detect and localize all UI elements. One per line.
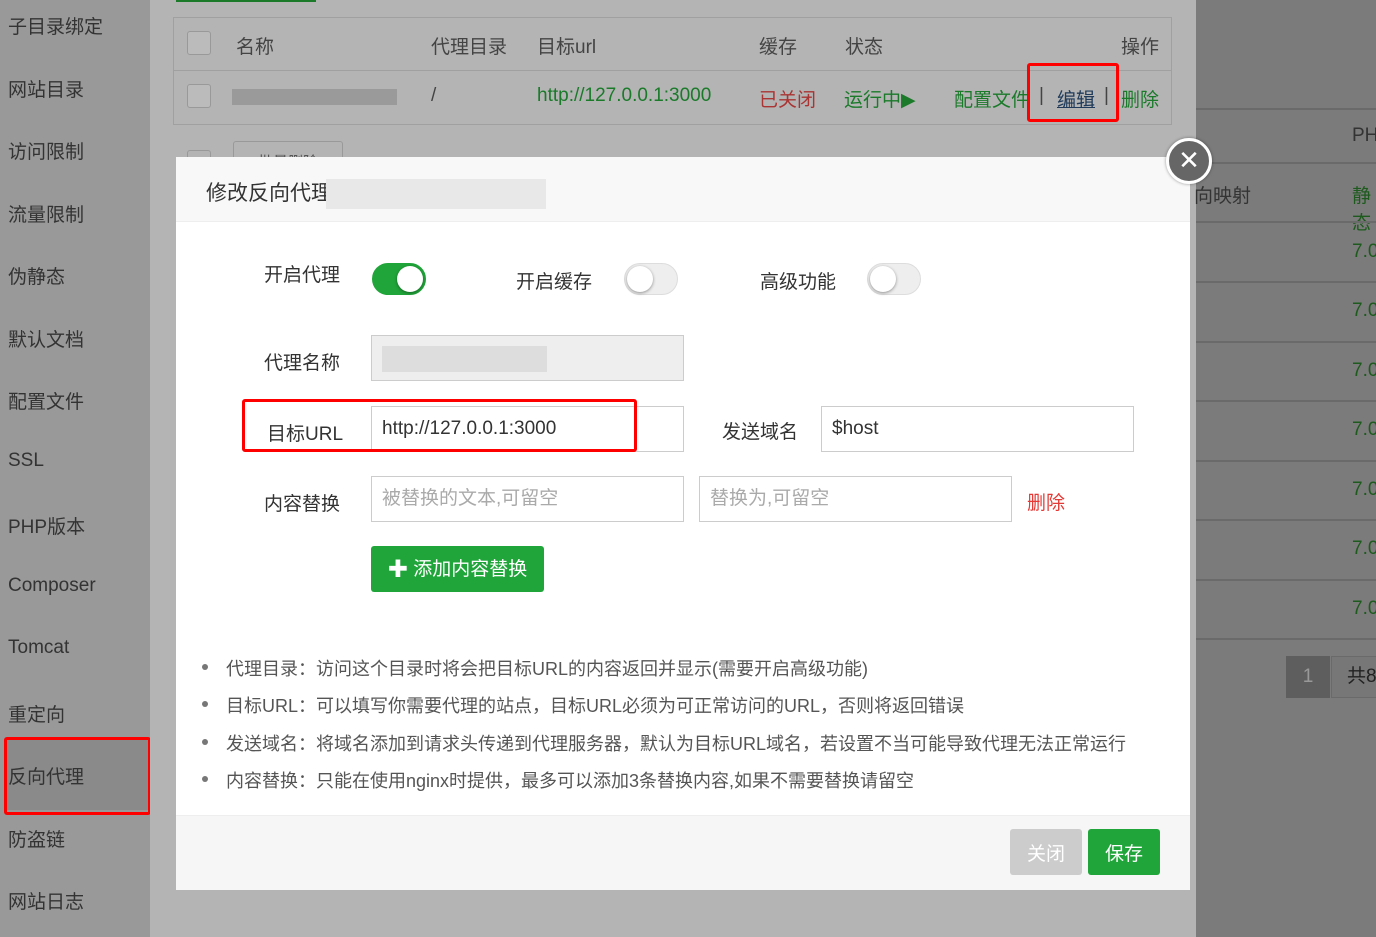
sidebar-item[interactable]: 网站目录 (8, 75, 84, 102)
close-icon[interactable]: ✕ (1166, 138, 1212, 184)
replace-delete-link[interactable]: 删除 (1027, 488, 1065, 515)
sidebar-item[interactable]: 防盗链 (8, 825, 65, 852)
select-all-checkbox[interactable] (187, 31, 211, 55)
tip-item: 内容替换：只能在使用nginx时提供，最多可以添加3条替换内容,如果不需要替换请… (201, 767, 914, 793)
tip-item: 发送域名：将域名添加到请求头传递到代理服务器，默认为目标URL域名，若设置不当可… (201, 730, 1126, 756)
php-version[interactable]: 7.0 (1352, 419, 1376, 441)
content-replace-label: 内容替换 (264, 494, 341, 515)
proxy-name-input[interactable] (371, 335, 684, 381)
config-file-link[interactable]: 配置文件 (954, 85, 1030, 112)
sidebar-item[interactable]: 默认文档 (8, 325, 84, 352)
save-button[interactable]: 保存 (1088, 829, 1160, 875)
blurred-title-suffix (326, 179, 546, 209)
dialog-title: 修改反向代理 (206, 182, 332, 205)
sidebar-item[interactable]: 重定向 (8, 700, 65, 727)
sidebar-item[interactable]: Composer (8, 575, 96, 597)
php-version[interactable]: 7.0 (1352, 479, 1376, 501)
sidebar-item[interactable]: 配置文件 (8, 387, 84, 414)
edit-proxy-dialog: 修改反向代理 开启代理 开启缓存 高级功能 代理名称 目标URL 发送域名 内容… (176, 157, 1190, 890)
cell-dir: / (431, 85, 437, 106)
close-button[interactable]: 关闭 (1010, 829, 1082, 875)
header-dir: 代理目录 (431, 37, 508, 58)
highlight-box (242, 399, 637, 452)
add-replace-button[interactable]: ✚ 添加内容替换 (371, 546, 544, 592)
sidebar-item[interactable]: Tomcat (8, 637, 69, 659)
plus-icon: ✚ (387, 556, 408, 583)
cell-cache: 已关闭 (759, 90, 817, 111)
add-replace-label: 添加内容替换 (413, 559, 528, 580)
send-host-input[interactable] (821, 406, 1134, 452)
cell: 静态 (1352, 186, 1372, 234)
replace-from-input[interactable] (371, 476, 684, 522)
sidebar-item[interactable]: 子目录绑定 (8, 12, 103, 39)
header-cache: 缓存 (759, 37, 798, 58)
background-table (1196, 0, 1376, 937)
sidebar-item[interactable]: 访问限制 (8, 137, 84, 164)
tip-item: 目标URL：可以填写你需要代理的站点，目标URL必须为可正常访问的URL，否则将… (201, 692, 964, 718)
page-button[interactable]: 1 (1286, 656, 1330, 698)
php-version[interactable]: 7.0 (1352, 360, 1376, 382)
blurred-name (232, 89, 397, 105)
enable-proxy-toggle[interactable] (372, 263, 426, 295)
sidebar-item[interactable]: 伪静态 (8, 262, 65, 289)
send-host-label: 发送域名 (722, 422, 799, 443)
sidebar-item[interactable]: SSL (8, 450, 44, 472)
delete-link[interactable]: 删除 (1121, 85, 1159, 112)
php-version[interactable]: 7.0 (1352, 538, 1376, 560)
highlight-box (1027, 63, 1119, 122)
highlight-box (4, 737, 151, 815)
sidebar-item[interactable]: PHP版本 (8, 512, 85, 539)
header-name: 名称 (236, 37, 275, 58)
cell: 向映射 (1194, 186, 1252, 207)
proxy-name-label: 代理名称 (264, 353, 341, 374)
tip-item: 代理目录：访问这个目录时将会把目标URL的内容返回并显示(需要开启高级功能) (202, 655, 868, 681)
status-toggle[interactable]: 运行中▶ (844, 85, 916, 112)
replace-to-input[interactable] (699, 476, 1012, 522)
column-header: PH (1352, 125, 1376, 146)
enable-cache-toggle[interactable] (624, 263, 678, 295)
cell-url: http://127.0.0.1:3000 (537, 85, 712, 106)
toggle-label: 高级功能 (760, 272, 837, 293)
total-count: 共8 (1331, 656, 1376, 698)
sidebar-item[interactable]: 流量限制 (8, 200, 84, 227)
php-version[interactable]: 7.0 (1352, 241, 1376, 263)
header-url: 目标url (537, 37, 597, 58)
header-status: 状态 (845, 37, 884, 58)
header-actions: 操作 (1121, 37, 1160, 58)
sidebar-item[interactable]: 网站日志 (8, 887, 84, 914)
php-version[interactable]: 7.0 (1352, 598, 1376, 620)
row-checkbox[interactable] (187, 84, 211, 108)
toggle-label: 开启缓存 (516, 272, 593, 293)
sidebar: 子目录绑定 网站目录 访问限制 流量限制 伪静态 默认文档 配置文件 SSL P… (0, 0, 151, 937)
advanced-toggle[interactable] (867, 263, 921, 295)
php-version[interactable]: 7.0 (1352, 300, 1376, 322)
toggle-label: 开启代理 (264, 265, 341, 286)
